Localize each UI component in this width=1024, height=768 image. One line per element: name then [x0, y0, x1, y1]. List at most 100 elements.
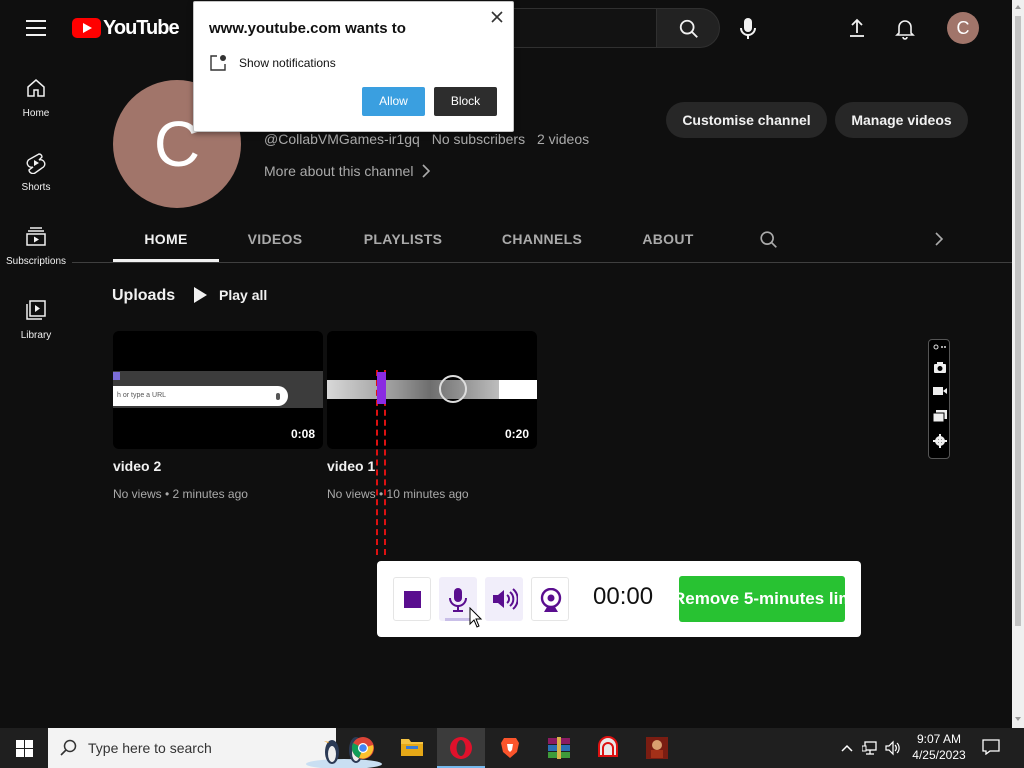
clock-date: 4/25/2023	[912, 748, 966, 762]
popup-title: www.youtube.com wants to	[209, 20, 406, 37]
remove-limit-label: Remove 5-minutes limit	[679, 589, 845, 608]
taskbar-red-app[interactable]	[584, 728, 632, 768]
close-icon[interactable]	[489, 9, 505, 25]
uploads-title[interactable]: Uploads	[112, 287, 175, 305]
video-camera-icon[interactable]	[932, 383, 948, 399]
taskbar-clock[interactable]: 9:07 AM 4/25/2023	[906, 731, 972, 763]
rail-item-shorts[interactable]: Shorts	[0, 130, 72, 204]
channel-handle: @CollabVMGames-ir1gq	[264, 131, 420, 147]
permission-row: Show notifications	[209, 54, 336, 72]
taskbar-file-explorer[interactable]	[388, 728, 436, 768]
thumbnail-url-text: h or type a URL	[113, 386, 288, 406]
tabs-scroll-right-button[interactable]	[933, 231, 947, 249]
page-scrollbar[interactable]	[1012, 0, 1024, 728]
system-audio-toggle[interactable]	[485, 577, 523, 621]
more-about-label: More about this channel	[264, 163, 414, 179]
manage-videos-button[interactable]: Manage videos	[835, 102, 968, 138]
account-avatar[interactable]: C	[947, 12, 979, 44]
opera-icon	[450, 737, 472, 759]
video-thumbnail[interactable]: 0:20	[327, 331, 537, 449]
windows-taskbar: Type here to search 9:07 AM 4/25/2023	[0, 728, 1024, 768]
rail-label-home: Home	[22, 108, 50, 119]
volume-icon[interactable]	[885, 740, 901, 756]
recording-region-handle[interactable]	[377, 372, 386, 404]
taskbar-chrome[interactable]	[339, 728, 387, 768]
recording-timer: 00:00	[593, 583, 654, 610]
tab-about[interactable]: ABOUT	[633, 216, 703, 262]
bell-icon	[895, 20, 915, 40]
youtube-logo[interactable]: YouTube	[72, 17, 180, 39]
taskbar-opera[interactable]	[437, 728, 485, 768]
screen-recorder-panel: 00:00 Remove 5-minutes limit	[377, 561, 861, 637]
upload-button[interactable]	[844, 15, 870, 41]
microphone-icon	[449, 588, 467, 612]
more-about-channel-link[interactable]: More about this channel	[264, 163, 431, 179]
taskbar-brave[interactable]	[486, 728, 534, 768]
stop-icon	[404, 591, 421, 608]
rail-label-subscriptions: Subscriptions	[5, 256, 67, 267]
channel-tabs: HOME VIDEOS PLAYLISTS CHANNELS ABOUT	[113, 216, 1012, 263]
menu-icon[interactable]	[26, 20, 46, 36]
search-input[interactable]	[512, 8, 657, 48]
tabs-divider	[72, 262, 1012, 263]
video-title[interactable]: video 1	[327, 458, 375, 474]
windows-icon[interactable]	[932, 408, 948, 424]
scrollbar-thumb[interactable]	[1015, 16, 1021, 626]
channel-search-button[interactable]	[758, 229, 780, 251]
scroll-up-icon[interactable]	[1012, 0, 1024, 14]
remove-limit-button[interactable]: Remove 5-minutes limit	[679, 576, 845, 622]
game-icon	[646, 737, 668, 759]
taskbar-search-placeholder: Type here to search	[88, 740, 212, 756]
tab-channels[interactable]: CHANNELS	[493, 216, 591, 262]
block-button[interactable]: Block	[434, 87, 497, 116]
action-center-icon[interactable]	[982, 739, 1000, 755]
youtube-play-icon	[72, 18, 101, 38]
play-all-label: Play all	[219, 287, 268, 303]
taskbar-game[interactable]	[633, 728, 681, 768]
shorts-icon	[26, 153, 46, 174]
notification-permission-popup: www.youtube.com wants to Show notificati…	[193, 1, 514, 132]
mic-level-bar	[445, 618, 471, 621]
speaker-icon	[493, 588, 518, 610]
thumbnail-mic-icon	[276, 393, 280, 400]
video-title[interactable]: video 2	[113, 458, 161, 474]
webcam-toggle[interactable]	[531, 577, 569, 621]
subscriptions-icon	[26, 227, 46, 246]
tab-playlists[interactable]: PLAYLISTS	[351, 216, 455, 262]
video-duration: 0:08	[290, 427, 315, 441]
play-icon	[194, 287, 207, 303]
tab-home[interactable]: HOME	[113, 216, 219, 262]
mouse-cursor-icon	[469, 607, 483, 628]
notifications-button[interactable]	[892, 15, 918, 41]
capture-toolbar	[928, 339, 950, 459]
rail-item-home[interactable]: Home	[0, 56, 72, 130]
rail-label-shorts: Shorts	[21, 182, 51, 193]
allow-button[interactable]: Allow	[362, 87, 425, 116]
search-icon	[679, 19, 698, 38]
taskbar-winrar[interactable]	[535, 728, 583, 768]
gear-icon[interactable]	[932, 433, 948, 449]
search-icon	[60, 739, 77, 756]
video-thumbnail[interactable]: h or type a URL 0:08	[113, 331, 323, 449]
network-icon[interactable]	[862, 740, 878, 756]
rail-item-subscriptions[interactable]: Subscriptions	[0, 204, 72, 278]
upload-icon	[850, 18, 864, 37]
camera-icon[interactable]	[932, 359, 948, 375]
windows-logo-icon	[16, 740, 33, 757]
taskbar-search-box[interactable]: Type here to search	[48, 728, 382, 768]
play-all-button[interactable]: Play all	[193, 287, 267, 303]
webcam-icon	[540, 588, 562, 612]
clock-time: 9:07 AM	[916, 732, 962, 746]
stop-recording-button[interactable]	[393, 577, 431, 621]
rail-label-library: Library	[20, 330, 52, 341]
start-button[interactable]	[0, 728, 48, 768]
tab-videos[interactable]: VIDEOS	[235, 216, 315, 262]
drag-handle-icon[interactable]	[932, 343, 948, 351]
chevron-up-icon[interactable]	[839, 740, 855, 756]
voice-search-button[interactable]	[733, 10, 763, 46]
scroll-down-icon[interactable]	[1012, 712, 1024, 726]
rail-item-library[interactable]: Library	[0, 278, 72, 352]
search-button[interactable]	[656, 8, 720, 48]
customise-channel-button[interactable]: Customise channel	[666, 102, 827, 138]
brave-icon	[501, 738, 519, 758]
